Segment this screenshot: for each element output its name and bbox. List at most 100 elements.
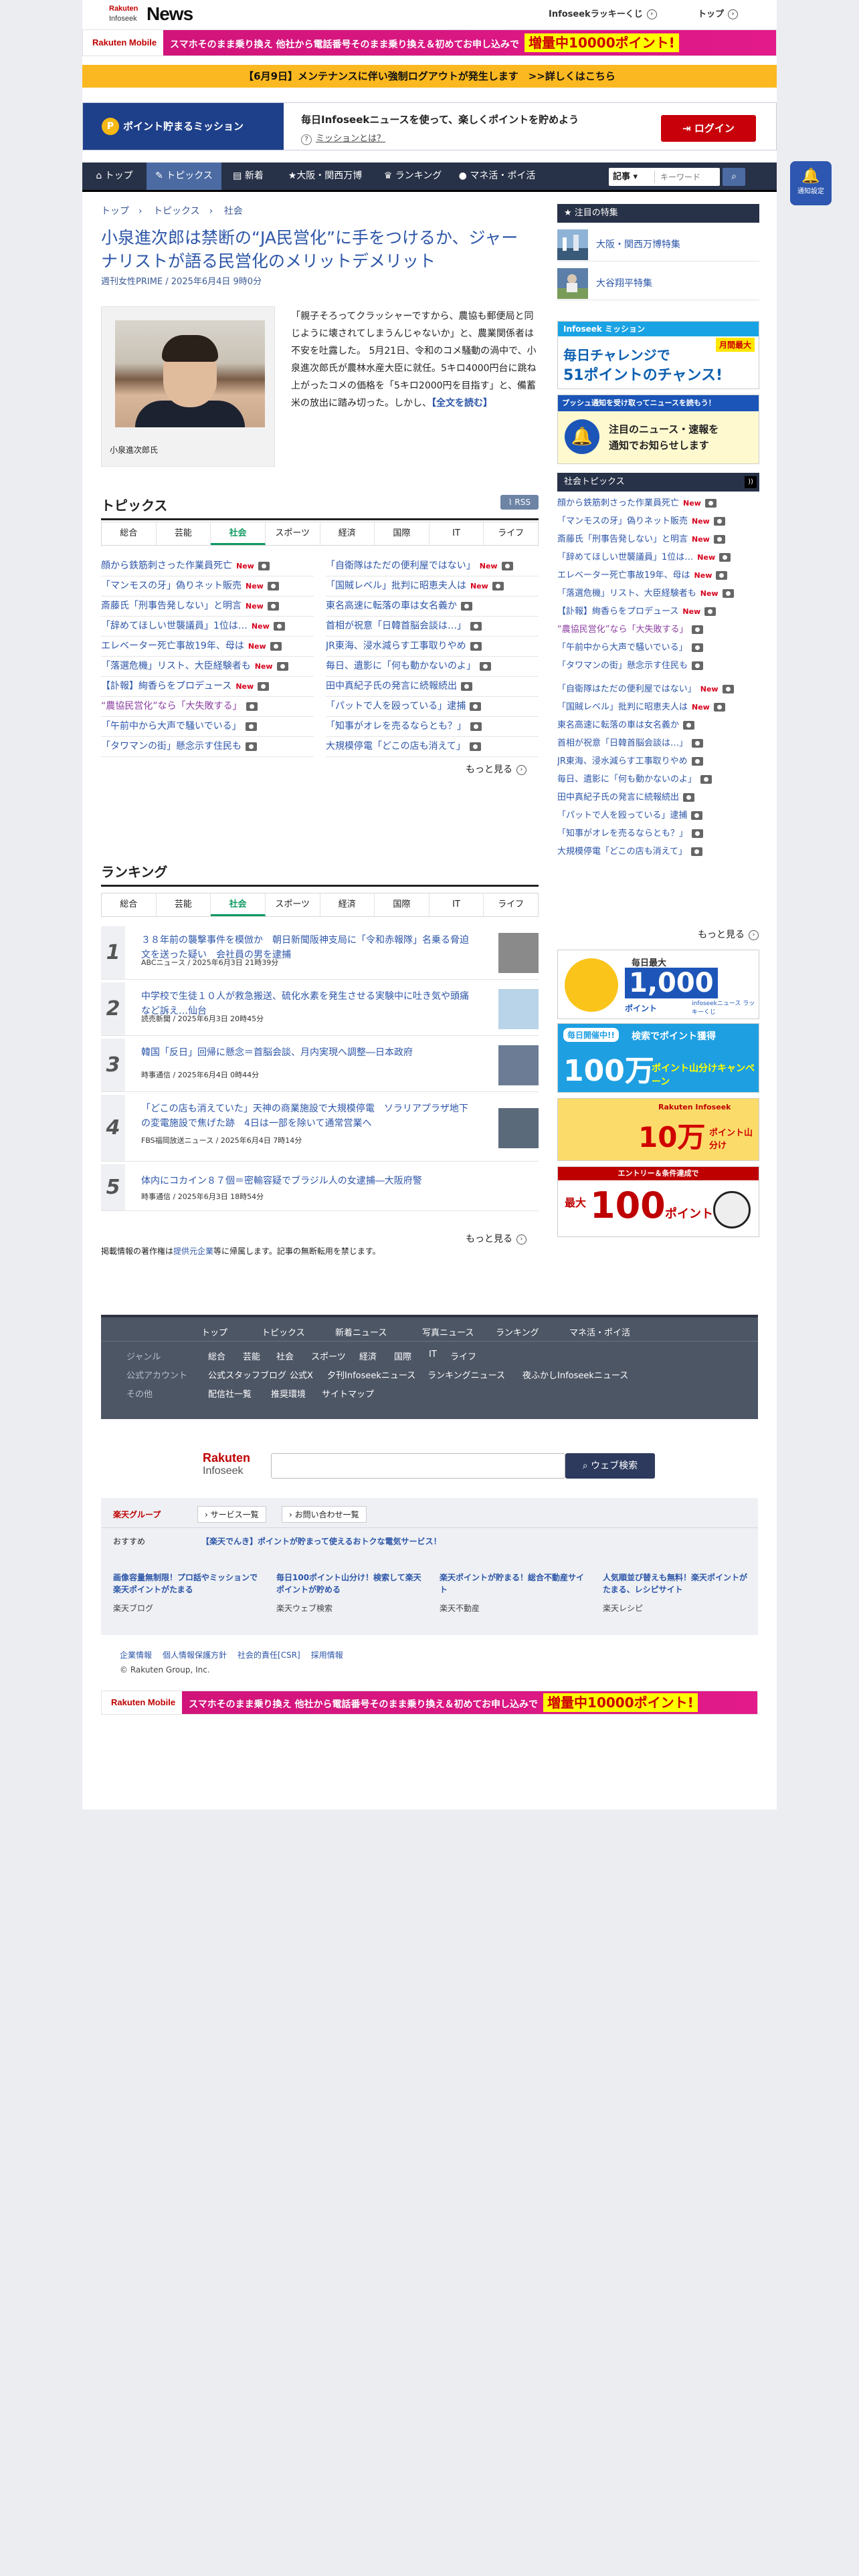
site-logo[interactable]: Rakuten Infoseek News bbox=[109, 3, 203, 26]
topic-item[interactable]: “農協民営化”なら「大失敗する」 bbox=[101, 697, 314, 717]
social-topic-item[interactable]: 大規模停電「どこの店も消えて」 bbox=[557, 843, 759, 861]
topic-item[interactable]: 「落選危機」リスト、大臣経験者も New bbox=[101, 657, 314, 677]
social-topic-item[interactable]: 田中真紀子氏の発言に続報続出 bbox=[557, 788, 759, 807]
footer-link[interactable]: トピックス bbox=[262, 1325, 305, 1338]
topics-more-link[interactable]: もっと見る › bbox=[466, 762, 527, 776]
topic-item[interactable]: 顔から鉄筋刺さった作業員死亡 New bbox=[101, 556, 314, 576]
social-topic-item[interactable]: 【訃報】絢香らをプロデュース New bbox=[557, 603, 759, 621]
notification-settings-button[interactable]: 🔔 通知設定 bbox=[790, 161, 832, 205]
tab-topics-6[interactable]: IT bbox=[430, 522, 484, 545]
social-topic-item[interactable]: 「自衛隊はただの便利屋ではない」 New bbox=[557, 680, 759, 698]
footer-other-link[interactable]: サイトマップ bbox=[322, 1387, 374, 1400]
topic-item[interactable]: 東名高速に転落の車は女名義か bbox=[326, 597, 539, 617]
mobile-promo-banner[interactable]: Rakuten Mobile スマホそのまま乗り換え 他社から電話番号そのまま乗… bbox=[82, 29, 777, 56]
rss-button[interactable]: ⌇ RSS bbox=[500, 495, 539, 510]
contact-list-button[interactable]: › お問い合わせ一覧 bbox=[282, 1506, 367, 1523]
article-source[interactable]: 週刊女性PRIME / 2025年6月4日 9時0分 bbox=[101, 274, 262, 287]
footer-genre-link[interactable]: 経済 bbox=[359, 1350, 377, 1362]
article-photo[interactable]: 小泉進次郎氏 bbox=[101, 306, 275, 467]
search-point-ad[interactable]: 毎日開催中!! 検索でポイント獲得 100万 ポイント山分けキャンペーン bbox=[557, 1023, 759, 1093]
topic-item[interactable]: エレベーター死亡事故19年、母は New bbox=[101, 637, 314, 657]
social-topic-item[interactable]: 東名高速に転落の車は女名義か bbox=[557, 716, 759, 734]
topic-item[interactable]: 「マンモスの牙」偽りネット販売 New bbox=[101, 576, 314, 597]
topic-item[interactable]: 「午前中から大声で騒いでいる」 bbox=[101, 717, 314, 737]
social-topic-item[interactable]: 「マンモスの牙」偽りネット販売 New bbox=[557, 512, 759, 530]
footer-genre-link[interactable]: 芸能 bbox=[243, 1350, 260, 1362]
footer-genre-link[interactable]: 社会 bbox=[276, 1350, 294, 1362]
topic-item[interactable]: 「自衛隊はただの便利屋ではない」 New bbox=[326, 556, 539, 576]
topic-item[interactable]: 毎日、遺影に「何も動かないのよ」 bbox=[326, 657, 539, 677]
maintenance-notice[interactable]: 【6月9日】メンテナンスに伴い強制ログアウトが発生します >>詳しくはこちら bbox=[82, 65, 777, 88]
corporate-link[interactable]: 個人情報保護方針 bbox=[163, 1650, 227, 1660]
corporate-link[interactable]: 社会的責任[CSR] bbox=[237, 1650, 300, 1660]
ranking-item[interactable]: 5 体内にコカイン８７個＝密輸容疑でブラジル人の女逮捕―大阪府警 時事通信 / 20… bbox=[101, 1164, 539, 1211]
rakuten-service-card[interactable]: 人気順並び替えも無料！楽天ポイントがたまる、レシピサイト 楽天レシピ bbox=[603, 1572, 750, 1614]
mission-challenge-banner[interactable]: Infoseek ミッション 月間最大 毎日チャレンジで 51ポイントのチャンス… bbox=[557, 321, 759, 389]
rakuten-service-card[interactable]: 画像容量無制限！プロ話やミッションで楽天ポイントがたまる 楽天ブログ bbox=[113, 1572, 260, 1614]
ranking-item[interactable]: 2 中学校で生徒１０人が救急搬送、硫化水素を発生させる実験中に吐き気や頭痛など訴え… bbox=[101, 982, 539, 1036]
rakuten-service-card[interactable]: 毎日100ポイント山分け！検索して楽天ポイントが貯める 楽天ウェブ検索 bbox=[276, 1572, 423, 1614]
social-topic-item[interactable]: “農協民営化”なら「大失敗する」 bbox=[557, 621, 759, 639]
rss-icon[interactable]: )) bbox=[745, 476, 757, 488]
topic-item[interactable]: 斎藤氏「刑事告発しない」と明言 New bbox=[101, 597, 314, 617]
topic-item[interactable]: 「知事がオレを売るならとも？」 bbox=[326, 717, 539, 737]
lucky-link[interactable]: Infoseekラッキーくじ › bbox=[549, 7, 657, 19]
nav-new[interactable]: ▤ 新着 bbox=[221, 163, 275, 190]
lucky-kuji-ad[interactable]: 毎日最大 1,000 ポイント infoseekニュース ラッキーくじ bbox=[557, 950, 759, 1019]
footer-genre-link[interactable]: スポーツ bbox=[311, 1350, 346, 1362]
social-topic-item[interactable]: エレベーター死亡事故19年、母は New bbox=[557, 566, 759, 584]
tab-ranking-6[interactable]: IT bbox=[430, 893, 484, 916]
footer-official-link[interactable]: 夜ふかしInfoseekニュース bbox=[522, 1368, 628, 1381]
footer-genre-link[interactable]: 国際 bbox=[394, 1350, 411, 1362]
footer-link[interactable]: マネ活・ポイ活 bbox=[569, 1325, 630, 1338]
featured-expo[interactable]: 大阪・関西万博特集 bbox=[557, 223, 759, 261]
service-list-button[interactable]: › サービス一覧 bbox=[197, 1506, 266, 1523]
tab-topics-3[interactable]: スポーツ bbox=[266, 522, 320, 545]
nav-money[interactable]: ● マネ活・ポイ活 bbox=[450, 163, 544, 190]
corporate-link[interactable]: 採用情報 bbox=[311, 1650, 343, 1660]
tab-topics-1[interactable]: 芸能 bbox=[157, 522, 211, 545]
breadcrumb-society[interactable]: 社会 bbox=[224, 206, 243, 217]
mobile-promo-banner-bottom[interactable]: Rakuten Mobile スマホそのまま乗り換え 他社から電話番号そのまま乗… bbox=[101, 1691, 758, 1715]
social-topic-item[interactable]: 「午前中から大声で騒いでいる」 bbox=[557, 639, 759, 657]
footer-link[interactable]: トップ bbox=[201, 1325, 227, 1338]
footer-genre-link[interactable]: IT bbox=[429, 1350, 437, 1360]
social-topic-item[interactable]: 「知事がオレを売るならとも？」 bbox=[557, 825, 759, 843]
social-topic-item[interactable]: 毎日、遺影に「何も動かないのよ」 bbox=[557, 770, 759, 788]
ranking-item[interactable]: 3 韓国「反日」回帰に懸念＝首脳会談、月内実現へ調整―日本政府 時事通信 / 202… bbox=[101, 1039, 539, 1092]
social-topic-item[interactable]: 斎藤氏「刑事告発しない」と明言 New bbox=[557, 530, 759, 548]
nav-topics[interactable]: ✎ トピックス bbox=[147, 163, 221, 190]
tab-ranking-7[interactable]: ライフ bbox=[484, 893, 538, 916]
social-topic-item[interactable]: 顔から鉄筋刺さった作業員死亡 New bbox=[557, 494, 759, 512]
tab-ranking-5[interactable]: 国際 bbox=[375, 893, 430, 916]
ranking-item[interactable]: 4 「どこの店も消えていた」天神の商業施設で大規模停電 ソラリアプラザ地下の変電施… bbox=[101, 1095, 539, 1162]
search-button[interactable]: ⌕ bbox=[723, 168, 745, 186]
footer-genre-link[interactable]: ライフ bbox=[450, 1350, 476, 1362]
featured-ohtani[interactable]: 大谷翔平特集 bbox=[557, 261, 759, 300]
nav-top[interactable]: ⌂ トップ bbox=[82, 163, 147, 190]
social-topic-item[interactable]: 「辞めてほしい世襲議員」1位は… New bbox=[557, 548, 759, 566]
topic-item[interactable]: 「タワマンの街」懸念示す住民も bbox=[101, 737, 314, 757]
topic-item[interactable]: 「辞めてほしい世襲議員」1位は… New bbox=[101, 617, 314, 637]
topic-item[interactable]: 大規模停電「どこの店も消えて」 bbox=[326, 737, 539, 757]
tab-ranking-4[interactable]: 経済 bbox=[320, 893, 375, 916]
footer-official-link[interactable]: ランキングニュース bbox=[427, 1368, 505, 1381]
breadcrumb-top[interactable]: トップ bbox=[101, 206, 129, 217]
topic-item[interactable]: 田中真紀子氏の発言に続報続出 bbox=[326, 677, 539, 697]
social-topic-item[interactable]: 「落選危機」リスト、大臣経験者も New bbox=[557, 584, 759, 603]
tab-topics-0[interactable]: 総合 bbox=[102, 522, 157, 545]
footer-link[interactable]: 写真ニュース bbox=[422, 1325, 474, 1338]
tab-topics-5[interactable]: 国際 bbox=[375, 522, 430, 545]
breadcrumb-topics[interactable]: トピックス bbox=[153, 206, 200, 217]
topic-item[interactable]: 「パットで人を殴っている」逮捕 bbox=[326, 697, 539, 717]
tab-ranking-0[interactable]: 総合 bbox=[102, 893, 157, 916]
login-button[interactable]: ⇥ ログイン bbox=[661, 115, 756, 142]
social-topic-item[interactable]: JR東海、浸水減らす工事取りやめ bbox=[557, 752, 759, 770]
recommend-link[interactable]: 【楽天でんき】ポイントが貯まって使えるおトクな電気サービス！ bbox=[201, 1535, 442, 1547]
corporate-link[interactable]: 企業情報 bbox=[120, 1650, 152, 1660]
topic-item[interactable]: JR東海、浸水減らす工事取りやめ bbox=[326, 637, 539, 657]
footer-official-link[interactable]: 公式スタッフブログ bbox=[208, 1368, 286, 1381]
tab-topics-4[interactable]: 経済 bbox=[320, 522, 375, 545]
social-topic-item[interactable]: 「パットで人を殴っている」逮捕 bbox=[557, 807, 759, 825]
credit-provider-link[interactable]: 提供元企業 bbox=[173, 1247, 213, 1256]
